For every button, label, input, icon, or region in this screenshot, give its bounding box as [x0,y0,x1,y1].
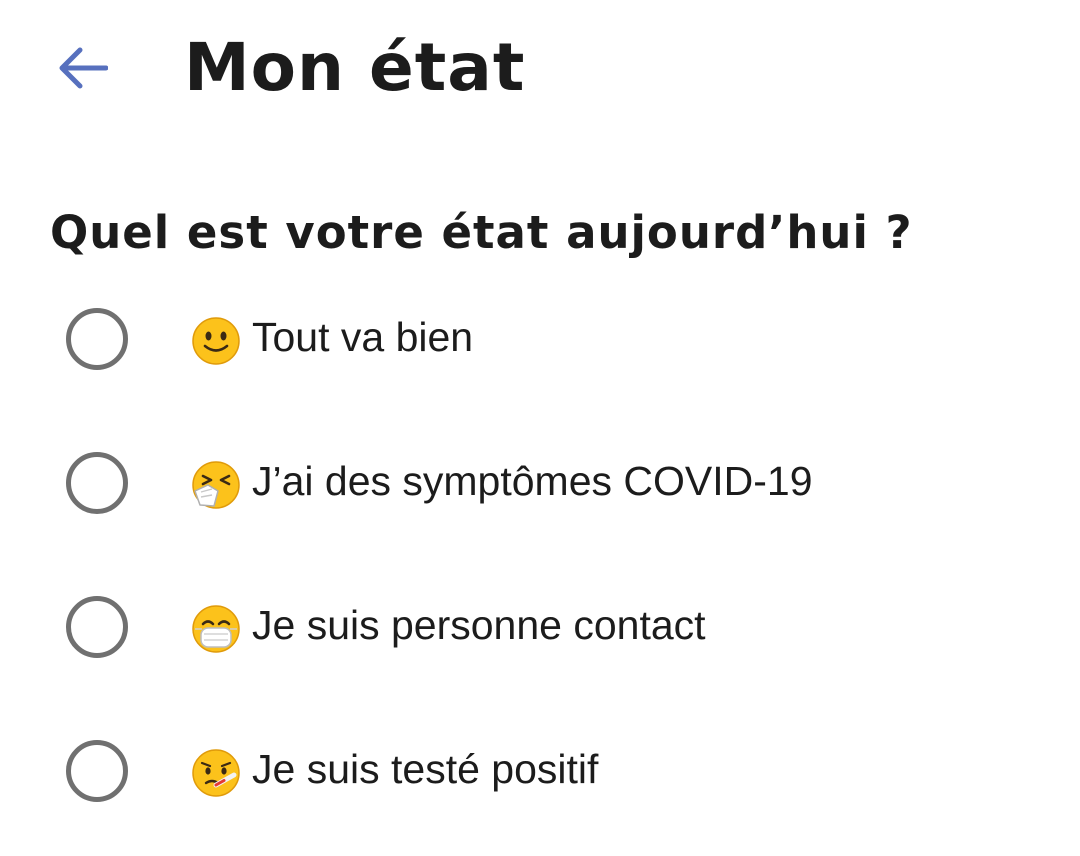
option-label: Tout va bien [252,314,474,360]
status-options: Tout va bien J’ai des symptômes COVID-19… [0,266,1080,842]
arrow-left-icon [59,47,108,89]
face-with-medical-mask-icon [192,605,240,653]
option-label: Je suis personne contact [252,602,706,648]
radio-button[interactable] [66,740,128,802]
radio-button[interactable] [66,596,128,658]
status-option-contact[interactable]: Je suis personne contact [0,554,1080,698]
page-title: Mon état [184,29,526,106]
question-heading: Quel est votre état aujourd’hui ? [50,206,913,259]
radio-button[interactable] [66,308,128,370]
face-with-thermometer-icon [192,749,240,797]
status-option-symptoms[interactable]: J’ai des symptômes COVID-19 [0,410,1080,554]
radio-button[interactable] [66,452,128,514]
option-label: Je suis testé positif [252,746,599,792]
status-option-fine[interactable]: Tout va bien [0,266,1080,410]
sneezing-face-icon [192,461,240,509]
option-label: J’ai des symptômes COVID-19 [252,458,813,504]
top-bar: Mon état [0,0,1080,140]
back-button[interactable] [52,40,112,96]
status-option-positive[interactable]: Je suis testé positif [0,698,1080,842]
slightly-smiling-face-icon [192,317,240,365]
